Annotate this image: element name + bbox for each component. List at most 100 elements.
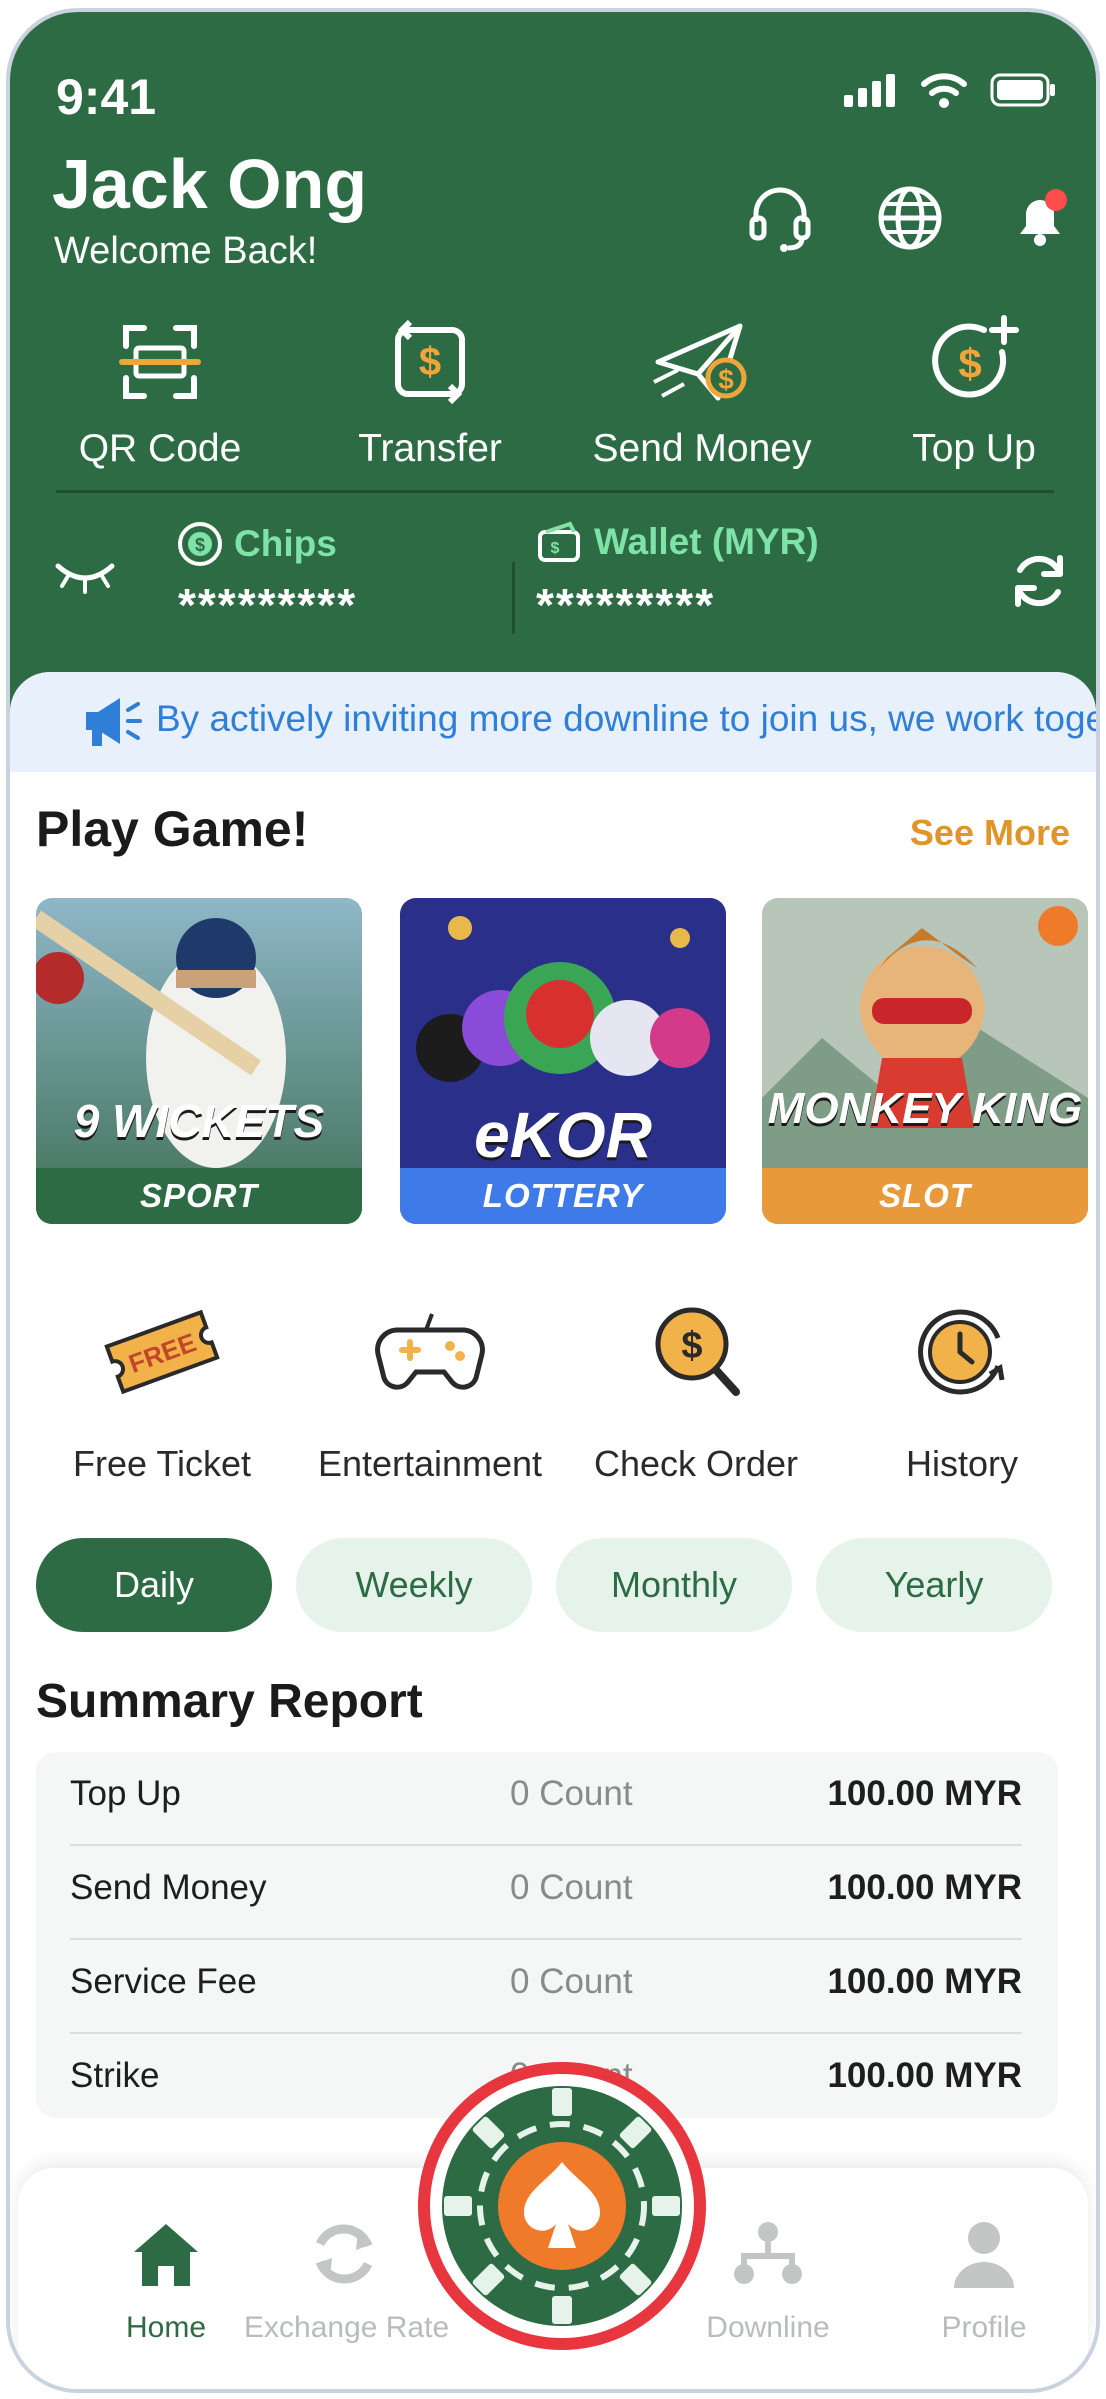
entertainment-label: Entertainment xyxy=(317,1443,543,1484)
history-link[interactable]: History xyxy=(832,1292,1092,1485)
qr-code-button[interactable]: QR Code xyxy=(40,312,280,471)
nav-exchange-rate[interactable]: Exchange Rate xyxy=(244,2216,450,2345)
header: 9:41 Jack Ong Welcome Back! QR Code $ Tr… xyxy=(10,12,1096,712)
table-row: Send Money 0 Count 100.00 MYR xyxy=(36,1846,1058,1940)
wallet-label-wrap: $ Wallet (MYR) xyxy=(536,520,819,564)
balances: $ Chips ********* $ Wallet (MYR) *******… xyxy=(10,512,1096,652)
spade-chip-icon xyxy=(442,2086,682,2326)
game-title-lottery: eKOR xyxy=(474,1099,652,1171)
top-up-icon: $ xyxy=(932,315,1019,398)
game-card-sport[interactable]: 9 WICKETS SPORT xyxy=(36,898,362,1224)
megaphone-icon xyxy=(86,698,142,746)
row-count: 0 Count xyxy=(510,1774,633,1813)
user-name: Jack Ong xyxy=(52,145,368,223)
entertainment-link[interactable]: Entertainment xyxy=(300,1292,560,1485)
row-name: Service Fee xyxy=(70,1962,257,2001)
nav-profile-label: Profile xyxy=(941,2311,1027,2344)
transfer-icon: $ xyxy=(395,319,465,405)
tab-daily[interactable]: Daily xyxy=(36,1538,272,1632)
game-tag-sport: SPORT xyxy=(36,1168,362,1224)
row-amount: 100.00 MYR xyxy=(827,1868,1022,1907)
svg-text:$: $ xyxy=(551,540,560,557)
row-amount: 100.00 MYR xyxy=(827,1962,1022,2001)
send-money-icon: $ xyxy=(653,323,747,401)
row-amount: 100.00 MYR xyxy=(827,2056,1022,2095)
play-game-title: Play Game! xyxy=(36,801,309,857)
nav-home-label: Home xyxy=(125,2311,207,2344)
bell-icon[interactable] xyxy=(1004,182,1076,254)
exchange-icon xyxy=(315,2224,373,2284)
game-tag-slot: SLOT xyxy=(762,1168,1088,1224)
game-title-sport: 9 WICKETS xyxy=(73,1095,325,1147)
free-ticket-link[interactable]: FREE Free Ticket xyxy=(32,1292,292,1485)
tab-yearly[interactable]: Yearly xyxy=(816,1538,1052,1632)
announcement-bar[interactable]: By actively inviting more downline to jo… xyxy=(10,672,1096,772)
tab-weekly[interactable]: Weekly xyxy=(296,1538,532,1632)
summary-title: Summary Report xyxy=(36,1675,423,1728)
history-label: History xyxy=(905,1443,1018,1484)
downline-icon xyxy=(734,2222,802,2284)
quick-actions: QR Code $ Transfer $ Send Money $ Top Up xyxy=(10,312,1096,472)
history-icon xyxy=(918,1309,1005,1395)
nav-home[interactable]: Home xyxy=(66,2216,266,2345)
nav-downline-label: Downline xyxy=(706,2311,830,2344)
top-up-label: Top Up xyxy=(912,427,1036,470)
svg-text:$: $ xyxy=(718,364,734,395)
play-chip-button[interactable] xyxy=(418,2062,706,2350)
gamepad-icon xyxy=(375,1313,485,1390)
globe-icon[interactable] xyxy=(874,182,946,254)
nav-exchange-label: Exchange Rate xyxy=(244,2311,450,2344)
wallet-label: Wallet (MYR) xyxy=(594,521,819,562)
svg-text:$: $ xyxy=(419,340,441,384)
phone-screen: 9:41 Jack Ong Welcome Back! QR Code $ Tr… xyxy=(6,8,1100,2393)
send-money-label: Send Money xyxy=(592,427,812,470)
row-amount: 100.00 MYR xyxy=(827,1774,1022,1813)
table-row: Service Fee 0 Count 100.00 MYR xyxy=(36,1940,1058,2034)
transfer-button[interactable]: $ Transfer xyxy=(310,312,550,471)
wallet-value: ********* xyxy=(536,579,716,631)
nav-profile[interactable]: Profile xyxy=(884,2216,1084,2345)
signal-icon xyxy=(844,74,895,107)
svg-text:$: $ xyxy=(681,1325,702,1367)
chips-label: Chips xyxy=(234,523,337,564)
chips-label-wrap: $ Chips xyxy=(176,520,337,568)
balance-separator xyxy=(512,562,515,634)
status-time: 9:41 xyxy=(56,69,157,125)
top-up-button[interactable]: $ Top Up xyxy=(854,312,1094,471)
qr-code-label: QR Code xyxy=(78,427,242,470)
headset-icon[interactable] xyxy=(744,182,816,254)
row-name: Strike xyxy=(70,2056,160,2095)
qr-scan-icon xyxy=(119,325,201,399)
welcome-text: Welcome Back! xyxy=(54,230,318,272)
chips-value: ********* xyxy=(178,579,358,631)
svg-text:$: $ xyxy=(958,340,981,387)
send-money-button[interactable]: $ Send Money xyxy=(582,312,822,471)
row-count: 0 Count xyxy=(510,1962,633,2001)
row-name: Top Up xyxy=(70,1774,181,1813)
free-ticket-label: Free Ticket xyxy=(72,1443,252,1484)
game-title-slot: MONKEY KING xyxy=(767,1084,1083,1133)
game-card-slot[interactable]: MONKEY KING SLOT xyxy=(762,898,1088,1224)
refresh-icon[interactable] xyxy=(1008,550,1070,612)
wifi-icon xyxy=(921,73,967,108)
profile-icon xyxy=(954,2222,1014,2288)
check-order-link[interactable]: $ Check Order xyxy=(566,1292,826,1485)
row-name: Send Money xyxy=(70,1868,267,1907)
see-more-link[interactable]: See More xyxy=(910,812,1070,854)
battery-icon xyxy=(990,73,1055,107)
eye-closed-icon[interactable] xyxy=(54,556,116,596)
table-row: Top Up 0 Count 100.00 MYR xyxy=(36,1752,1058,1846)
header-divider xyxy=(56,490,1054,493)
tab-monthly[interactable]: Monthly xyxy=(556,1538,792,1632)
check-order-label: Check Order xyxy=(593,1443,799,1484)
announcement-text: By actively inviting more downline to jo… xyxy=(156,698,1096,739)
chip-coin-icon: $ xyxy=(178,522,222,566)
transfer-label: Transfer xyxy=(358,427,502,470)
game-tag-lottery: LOTTERY xyxy=(400,1168,726,1224)
svg-text:$: $ xyxy=(195,535,205,555)
status-icons xyxy=(842,72,1056,108)
check-order-icon: $ xyxy=(655,1307,740,1396)
ticket-icon: FREE xyxy=(104,1309,220,1395)
game-card-lottery[interactable]: eKOR LOTTERY xyxy=(400,898,726,1224)
row-count: 0 Count xyxy=(510,1868,633,1907)
